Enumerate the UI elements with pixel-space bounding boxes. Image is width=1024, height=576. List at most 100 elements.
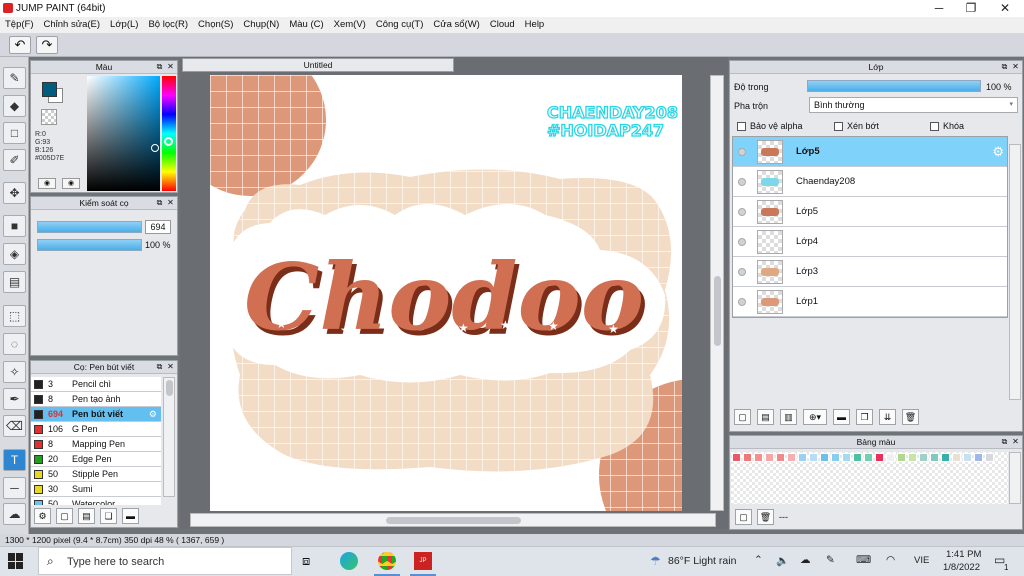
weather-text[interactable]: 86°F Light rain xyxy=(668,555,736,567)
palette-swatch[interactable] xyxy=(919,453,928,462)
add-swatch-icon[interactable]: ▢ xyxy=(735,509,752,525)
close-panel-icon[interactable]: ✕ xyxy=(1011,437,1020,446)
chevron-up-icon[interactable]: ⌃ xyxy=(754,554,763,566)
document-tab[interactable]: Untitled xyxy=(182,58,454,72)
palette-swatch[interactable] xyxy=(776,453,785,462)
duplicate-layer-icon[interactable]: ❐ xyxy=(856,409,873,425)
drawing-canvas[interactable]: Chodoo Chodoo ★ ★ ★ ★ ★ ★ CHAENDAY208 #HOIDAP… xyxy=(210,75,682,511)
new-brush-icon[interactable]: ▢ xyxy=(56,508,73,524)
palette-swatch[interactable] xyxy=(897,453,906,462)
menu-help[interactable]: Help xyxy=(520,17,550,33)
palette-swatch[interactable] xyxy=(930,453,939,462)
blend-mode-select[interactable]: Bình thường ▾ xyxy=(809,97,1018,113)
new-layer-1bit-icon[interactable]: ▥ xyxy=(780,409,797,425)
undo-button[interactable]: ↶ xyxy=(9,36,31,54)
palette-swatch[interactable] xyxy=(809,453,818,462)
protect-alpha-option[interactable]: Bảo vệ alpha xyxy=(737,121,803,132)
maximize-button[interactable]: ❐ xyxy=(956,0,986,16)
menu-filter[interactable]: Bộ lọc(R) xyxy=(143,17,193,33)
layer-visibility-icon[interactable] xyxy=(738,178,746,186)
layer-settings-gear-icon[interactable]: ⚙ xyxy=(992,144,1004,160)
gradient-tool-icon[interactable]: ▤ xyxy=(3,271,26,293)
canvas-vertical-scrollbar[interactable] xyxy=(710,75,724,511)
close-button[interactable]: ✕ xyxy=(990,0,1020,16)
brush-opacity-slider[interactable] xyxy=(37,239,142,251)
color-picker-icon[interactable]: ◉ xyxy=(62,178,80,189)
palette-swatch[interactable] xyxy=(886,453,895,462)
palette-swatch[interactable] xyxy=(787,453,796,462)
taskbar-search-box[interactable]: ⌕ Type here to search xyxy=(38,547,292,575)
layer-visibility-icon[interactable] xyxy=(738,268,746,276)
float-icon[interactable]: ⧉ xyxy=(155,62,164,71)
brush-type-icon[interactable]: ▤ xyxy=(78,508,95,524)
onedrive-icon[interactable]: ☁ xyxy=(800,554,811,566)
palette-swatch[interactable] xyxy=(842,453,851,462)
hue-cursor[interactable] xyxy=(164,137,173,146)
palette-swatch[interactable] xyxy=(765,453,774,462)
line-tool-icon[interactable]: ─ xyxy=(3,477,26,499)
menu-capture[interactable]: Chụp(N) xyxy=(238,17,284,33)
menu-edit[interactable]: Chỉnh sửa(E) xyxy=(39,17,106,33)
chrome-browser-icon[interactable] xyxy=(378,552,396,570)
layer-list-scrollbar[interactable] xyxy=(1009,144,1021,400)
clipping-checkbox[interactable] xyxy=(834,122,843,132)
palette-swatch[interactable] xyxy=(963,453,972,462)
palette-swatch[interactable] xyxy=(875,453,884,462)
palette-swatch[interactable] xyxy=(754,453,763,462)
layer-row[interactable]: Chaenday208 xyxy=(733,167,1007,197)
brush-item[interactable]: 8 Pen tạo ảnh xyxy=(31,392,161,407)
brush-settings-icon[interactable]: ⚙ xyxy=(34,508,51,524)
float-icon[interactable]: ⧉ xyxy=(1000,437,1009,446)
layer-row[interactable]: Lớp5 ⚙ xyxy=(733,137,1007,167)
brush-list-scrollbar[interactable] xyxy=(163,377,175,497)
layer-row[interactable]: Lớp4 xyxy=(733,227,1007,257)
canvas-hscroll-thumb[interactable] xyxy=(386,517,521,524)
float-icon[interactable]: ⧉ xyxy=(155,362,164,371)
brush-tool-icon[interactable]: ✎ xyxy=(3,67,26,89)
palette-scrollbar[interactable] xyxy=(1009,452,1021,504)
close-panel-icon[interactable]: ✕ xyxy=(166,198,175,207)
delete-swatch-icon[interactable]: 🗑 xyxy=(757,509,774,525)
brush-item[interactable]: 50 Watercolor xyxy=(31,497,161,505)
wifi-icon[interactable]: ◠ xyxy=(886,554,895,566)
pen-tool-icon[interactable]: ✐ xyxy=(3,149,26,171)
brush-folder-icon[interactable]: ▬ xyxy=(122,508,139,524)
canvas-vscroll-thumb[interactable] xyxy=(714,276,721,346)
layer-visibility-icon[interactable] xyxy=(738,148,746,156)
brush-size-input[interactable]: 694 xyxy=(145,220,171,234)
copy-brush-icon[interactable]: ❏ xyxy=(100,508,117,524)
fill-rect-tool-icon[interactable]: ■ xyxy=(3,215,26,237)
lock-checkbox[interactable] xyxy=(930,122,939,132)
color-mode-icon[interactable]: ◉ xyxy=(38,178,56,189)
brush-size-slider[interactable] xyxy=(37,221,142,233)
brush-item[interactable]: 3 Pencil chì xyxy=(31,377,161,392)
lock-option[interactable]: Khóa xyxy=(930,121,964,132)
palette-swatch[interactable] xyxy=(831,453,840,462)
eraser-tool-icon[interactable]: ◆ xyxy=(3,95,26,117)
close-panel-icon[interactable]: ✕ xyxy=(166,62,175,71)
language-indicator[interactable]: VIE xyxy=(914,555,929,566)
new-layer-8bit-icon[interactable]: ▤ xyxy=(757,409,774,425)
palette-swatch[interactable] xyxy=(798,453,807,462)
layer-opacity-slider[interactable] xyxy=(807,80,981,92)
lasso-tool-icon[interactable]: ◌ xyxy=(3,333,26,355)
float-icon[interactable]: ⧉ xyxy=(1000,62,1009,71)
select-rect-tool-icon[interactable]: □ xyxy=(3,122,26,144)
task-view-icon[interactable]: ⧈ xyxy=(302,553,310,569)
layer-folder-icon[interactable]: ▬ xyxy=(833,409,850,425)
brush-item[interactable]: 20 Edge Pen xyxy=(31,452,161,467)
saturation-value-picker[interactable] xyxy=(87,76,160,191)
keyboard-icon[interactable]: ⌨ xyxy=(856,554,871,566)
layer-visibility-icon[interactable] xyxy=(738,208,746,216)
palette-swatch[interactable] xyxy=(952,453,961,462)
volume-icon[interactable]: 🔈 xyxy=(776,554,789,567)
palette-swatch[interactable] xyxy=(908,453,917,462)
new-layer-icon[interactable]: ▢ xyxy=(734,409,751,425)
palette-swatch[interactable] xyxy=(864,453,873,462)
palette-swatch[interactable] xyxy=(853,453,862,462)
close-panel-icon[interactable]: ✕ xyxy=(166,362,175,371)
magic-wand-tool-icon[interactable]: ✧ xyxy=(3,361,26,383)
clock-time[interactable]: 1:41 PM xyxy=(946,549,981,560)
text-tool-icon[interactable]: T xyxy=(3,449,26,471)
canvas-horizontal-scrollbar[interactable] xyxy=(190,513,716,527)
